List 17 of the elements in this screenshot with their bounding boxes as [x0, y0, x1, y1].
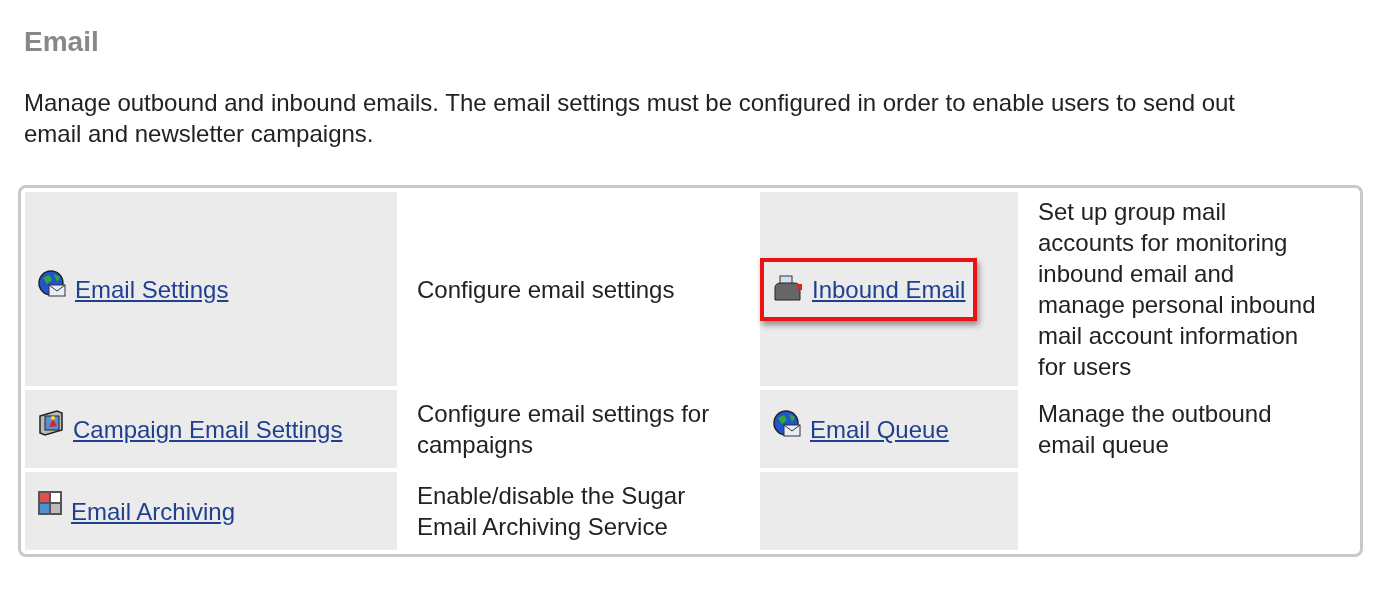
globe-mail-icon	[772, 409, 802, 440]
settings-link[interactable]: Campaign Email Settings	[73, 413, 343, 445]
mailbox-icon	[772, 274, 804, 304]
globe-mail-icon	[37, 269, 67, 300]
description-text: Enable/disable the Sugar Email Archiving Service	[417, 481, 687, 542]
settings-link[interactable]: Email Settings	[75, 273, 229, 305]
section-description: Manage outbound and inbound emails. The email settings must be configured in order to enable users to send out email and newsletter campaigns.	[23, 88, 1236, 149]
description-text: Manage the outbound email queue	[1038, 399, 1273, 460]
description-text: Configure email settings	[417, 274, 675, 305]
settings-link[interactable]: Email Queue	[810, 413, 949, 445]
monitor-icon	[37, 407, 65, 438]
section-title: Email	[23, 25, 100, 57]
grid-icon	[37, 489, 63, 516]
description-text: Set up group mail accounts for monitoring inbound email and manage personal inbound mail account information for users	[1038, 197, 1316, 382]
settings-link[interactable]: Inbound Email	[812, 273, 966, 305]
description-text: Configure email settings for campaigns	[417, 399, 711, 460]
settings-link[interactable]: Email Archiving	[71, 495, 236, 527]
